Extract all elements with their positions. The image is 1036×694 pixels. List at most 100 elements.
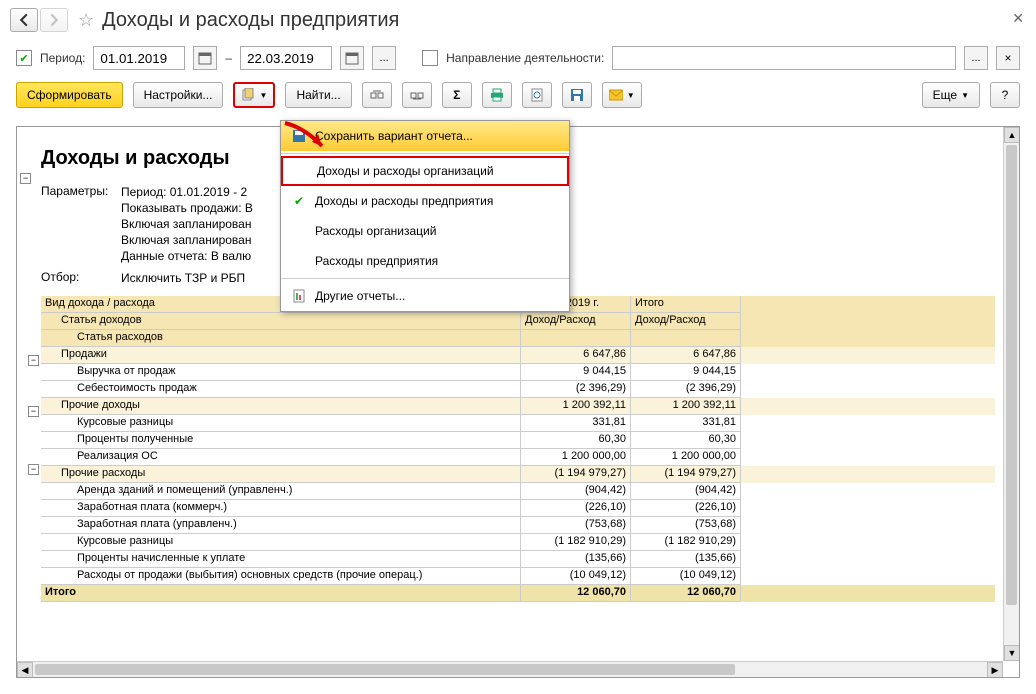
row-val2: 1 200 000,00 [631, 449, 741, 466]
row-name: Аренда зданий и помещений (управленч.) [41, 483, 521, 500]
row-name: Выручка от продаж [41, 364, 521, 381]
period-checkbox[interactable] [16, 50, 32, 66]
row-val2: (10 049,12) [631, 568, 741, 585]
variants-dropdown-button[interactable]: ▼ [233, 82, 275, 108]
report-icon [291, 288, 307, 304]
horizontal-scrollbar[interactable]: ◀ ▶ [17, 661, 1003, 677]
calendar-to-button[interactable] [340, 46, 364, 70]
annotation-arrow-icon [280, 118, 340, 158]
table-row[interactable]: Заработная плата (управленч.)(753,68)(75… [41, 517, 995, 534]
tree-collapse-button[interactable]: − [28, 464, 39, 475]
email-button[interactable]: ▼ [602, 82, 642, 108]
table-row[interactable]: Заработная плата (коммерч.)(226,10)(226,… [41, 500, 995, 517]
settings-button[interactable]: Настройки... [133, 82, 224, 108]
table-row[interactable]: Итого12 060,7012 060,70 [41, 585, 995, 602]
row-val1: 1 200 000,00 [521, 449, 631, 466]
row-val1: 6 647,86 [521, 347, 631, 364]
more-button[interactable]: Еще ▼ [922, 82, 980, 108]
row-name: Расходы от продажи (выбытия) основных ср… [41, 568, 521, 585]
table-row[interactable]: Реализация ОС1 200 000,001 200 000,00 [41, 449, 995, 466]
activity-field[interactable] [612, 46, 956, 70]
form-button[interactable]: Сформировать [16, 82, 123, 108]
date-dash: – [225, 51, 232, 65]
report-grid: Вид дохода / расхода Январь 2019 г. Итог… [41, 296, 995, 602]
row-val2: (2 396,29) [631, 381, 741, 398]
table-row[interactable]: Курсовые разницы(1 182 910,29)(1 182 910… [41, 534, 995, 551]
row-val1: (135,66) [521, 551, 631, 568]
date-from-input[interactable] [93, 46, 185, 70]
table-row[interactable]: Продажи6 647,866 647,86 [41, 347, 995, 364]
params-label: Параметры: [41, 184, 111, 264]
back-button[interactable] [10, 8, 38, 32]
print-button[interactable] [482, 82, 512, 108]
scroll-thumb-h[interactable] [35, 664, 735, 675]
save-button[interactable] [562, 82, 592, 108]
activity-checkbox[interactable] [422, 50, 438, 66]
expand-button[interactable] [362, 82, 392, 108]
row-val1: (1 194 979,27) [521, 466, 631, 483]
close-button[interactable]: ✕ [1012, 10, 1024, 27]
row-val2: (904,42) [631, 483, 741, 500]
col-val1: Доход/Расход [521, 313, 631, 330]
dd-rent-report[interactable]: Расходы предприятия [281, 246, 569, 276]
row-val1: 331,81 [521, 415, 631, 432]
table-row[interactable]: Прочие расходы(1 194 979,27)(1 194 979,2… [41, 466, 995, 483]
table-row[interactable]: Курсовые разницы331,81331,81 [41, 415, 995, 432]
scroll-left-button[interactable]: ◀ [17, 662, 33, 678]
calendar-from-button[interactable] [193, 46, 217, 70]
scroll-down-button[interactable]: ▼ [1004, 645, 1020, 661]
forward-button[interactable] [40, 8, 68, 32]
row-name: Итого [41, 585, 521, 602]
find-button[interactable]: Найти... [285, 82, 351, 108]
row-val1: (10 049,12) [521, 568, 631, 585]
dd-org-report[interactable]: Доходы и расходы организаций [281, 156, 569, 186]
row-val1: 9 044,15 [521, 364, 631, 381]
tree-collapse-button[interactable]: − [28, 406, 39, 417]
activity-clear-button[interactable]: × [996, 46, 1020, 70]
collapse-button[interactable] [402, 82, 432, 108]
scroll-right-button[interactable]: ▶ [987, 662, 1003, 678]
row-val2: (135,66) [631, 551, 741, 568]
preview-button[interactable] [522, 82, 552, 108]
row-val2: (1 182 910,29) [631, 534, 741, 551]
page-title: Доходы и расходы предприятия [102, 9, 399, 32]
row-val2: 9 044,15 [631, 364, 741, 381]
tree-collapse-button[interactable]: − [28, 355, 39, 366]
row-name: Курсовые разницы [41, 415, 521, 432]
row-name: Продажи [41, 347, 521, 364]
row-name: Заработная плата (управленч.) [41, 517, 521, 534]
date-to-input[interactable] [240, 46, 332, 70]
row-name: Заработная плата (коммерч.) [41, 500, 521, 517]
activity-picker-button[interactable]: ... [964, 46, 988, 70]
row-name: Курсовые разницы [41, 534, 521, 551]
table-row[interactable]: Себестоимость продаж(2 396,29)(2 396,29) [41, 381, 995, 398]
row-val2: 1 200 392,11 [631, 398, 741, 415]
dd-rorg-report[interactable]: Расходы организаций [281, 216, 569, 246]
row-val1: (753,68) [521, 517, 631, 534]
table-row[interactable]: Выручка от продаж9 044,159 044,15 [41, 364, 995, 381]
help-button[interactable]: ? [990, 82, 1020, 108]
scroll-up-button[interactable]: ▲ [1004, 127, 1020, 143]
table-row[interactable]: Расходы от продажи (выбытия) основных ср… [41, 568, 995, 585]
table-row[interactable]: Прочие доходы1 200 392,111 200 392,11 [41, 398, 995, 415]
scroll-thumb-v[interactable] [1006, 145, 1017, 605]
dd-other-reports[interactable]: Другие отчеты... [281, 281, 569, 311]
period-picker-button[interactable]: ... [372, 46, 396, 70]
row-val1: 12 060,70 [521, 585, 631, 602]
col-sub2: Статья расходов [41, 330, 521, 347]
activity-label: Направление деятельности: [446, 51, 604, 65]
more-label: Еще [933, 88, 957, 102]
table-row[interactable]: Проценты начисленные к уплате(135,66)(13… [41, 551, 995, 568]
tree-collapse-button[interactable]: − [20, 173, 31, 184]
sum-button[interactable]: Σ [442, 82, 472, 108]
table-row[interactable]: Проценты полученные60,3060,30 [41, 432, 995, 449]
table-row[interactable]: Аренда зданий и помещений (управленч.)(9… [41, 483, 995, 500]
row-val1: 1 200 392,11 [521, 398, 631, 415]
row-val1: (226,10) [521, 500, 631, 517]
row-val1: (904,42) [521, 483, 631, 500]
row-name: Проценты начисленные к уплате [41, 551, 521, 568]
favorite-icon[interactable]: ☆ [78, 10, 94, 31]
vertical-scrollbar[interactable]: ▲ ▼ [1003, 127, 1019, 661]
dd-ent-report[interactable]: ✔ Доходы и расходы предприятия [281, 186, 569, 216]
row-val1: (2 396,29) [521, 381, 631, 398]
